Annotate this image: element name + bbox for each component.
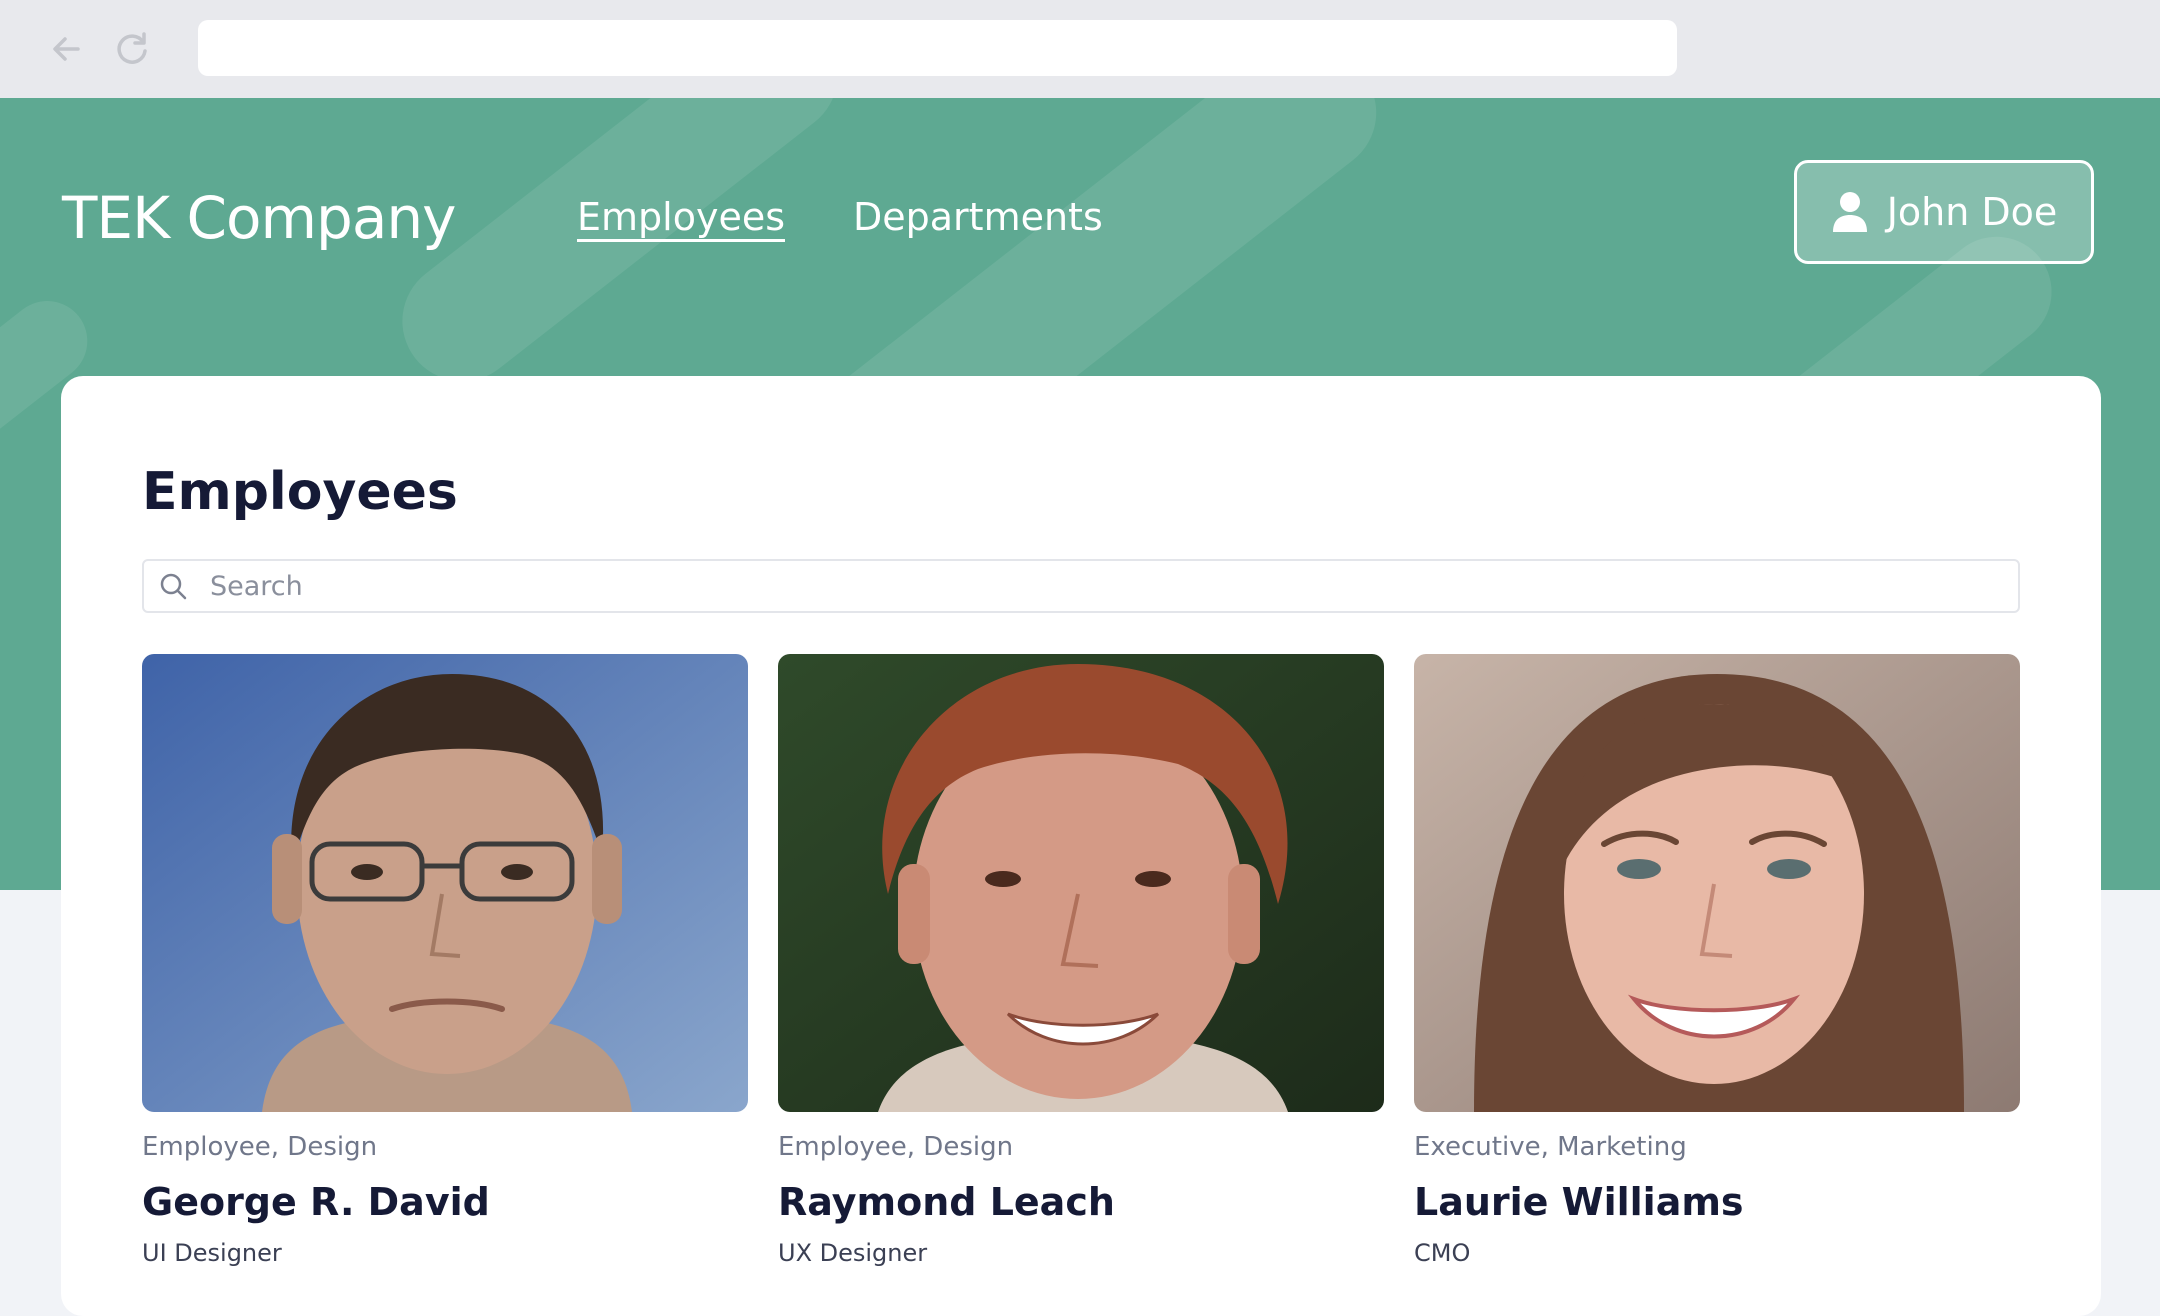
employee-role: CMO xyxy=(1414,1239,1471,1267)
brand-logo[interactable]: TEK Company xyxy=(62,180,456,256)
employee-photo[interactable] xyxy=(778,654,1384,1112)
user-icon xyxy=(1831,191,1869,233)
employee-role: UI Designer xyxy=(142,1239,282,1267)
browser-toolbar xyxy=(0,0,2160,98)
search-box[interactable] xyxy=(142,559,2020,613)
back-arrow-icon[interactable] xyxy=(44,26,90,72)
employee-name[interactable]: Raymond Leach xyxy=(778,1177,1384,1227)
nav-departments[interactable]: Departments xyxy=(853,192,1103,242)
employee-photo[interactable] xyxy=(1414,654,2020,1112)
user-name: John Doe xyxy=(1886,190,2058,234)
reload-icon[interactable] xyxy=(109,26,155,72)
search-input[interactable] xyxy=(210,564,1970,608)
employee-name[interactable]: George R. David xyxy=(142,1177,748,1227)
employee-role: UX Designer xyxy=(778,1239,928,1267)
employee-card[interactable]: Executive, Marketing Laurie Williams CMO xyxy=(1414,654,2020,1270)
employees-panel: Employees Search Employee, Design George… xyxy=(61,376,2101,1316)
employee-name[interactable]: Laurie Williams xyxy=(1414,1177,2020,1227)
user-menu-button[interactable]: John Doe xyxy=(1794,160,2094,264)
page-title: Employees xyxy=(142,462,458,522)
nav-employees[interactable]: Employees xyxy=(577,192,785,242)
employee-meta: Employee, Design xyxy=(142,1132,378,1162)
employee-photo[interactable] xyxy=(142,654,748,1112)
employee-meta: Executive, Marketing xyxy=(1414,1132,1687,1162)
employee-card[interactable]: Employee, Design Raymond Leach UX Design… xyxy=(778,654,1384,1270)
search-icon xyxy=(160,573,187,600)
employee-card[interactable]: Employee, Design George R. David UI Desi… xyxy=(142,654,748,1270)
employee-meta: Employee, Design xyxy=(778,1132,1014,1162)
address-bar[interactable] xyxy=(198,20,1677,76)
